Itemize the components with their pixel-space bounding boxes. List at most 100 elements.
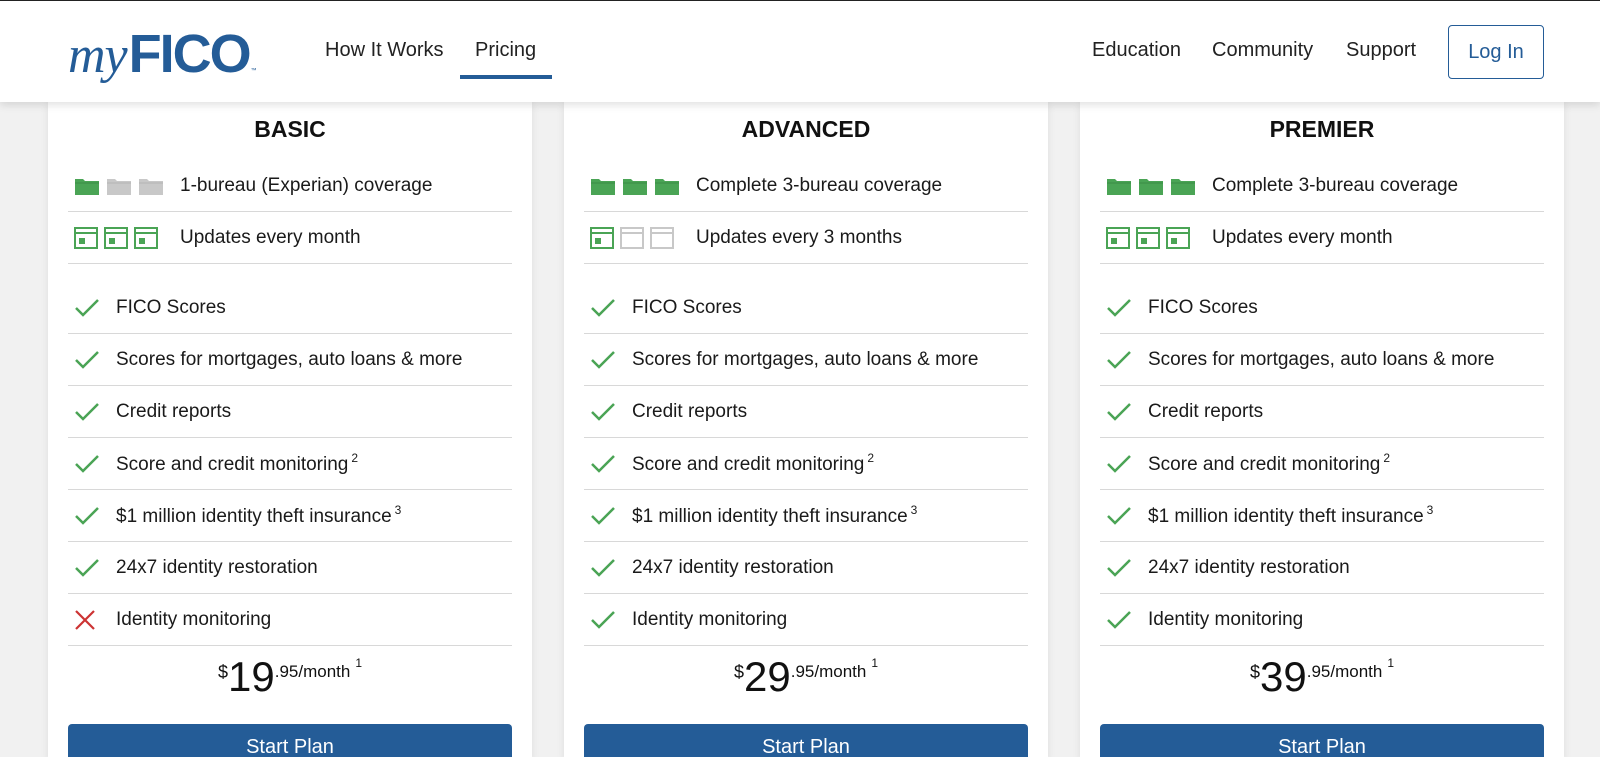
feature-footnote: 3 <box>910 503 918 517</box>
check-icon <box>1106 298 1136 318</box>
bureau-icons <box>74 176 180 196</box>
feature-text: 24x7 identity restoration <box>1148 556 1350 578</box>
calendar-icon <box>134 226 158 249</box>
check-icon <box>590 454 620 474</box>
check-icon <box>1106 506 1136 526</box>
plan-card-advanced: ADVANCED Complete 3-bureau coverage Update… <box>564 102 1048 757</box>
plan-price: $19.95/month 1 <box>48 650 532 700</box>
feature-row: FICO Scores <box>1100 282 1544 334</box>
feature-footnote: 3 <box>1426 503 1434 517</box>
calendar-icon <box>620 226 644 249</box>
feature-row: Credit reports <box>1100 386 1544 438</box>
price-dollars: 19 <box>228 653 275 700</box>
calendar-icons <box>1106 226 1212 249</box>
start-plan-button[interactable]: Start Plan <box>584 724 1028 757</box>
check-icon <box>74 350 104 370</box>
coverage-row: 1-bureau (Experian) coverage <box>68 160 512 212</box>
nav-community[interactable]: Community <box>1212 39 1313 62</box>
nav-support[interactable]: Support <box>1346 39 1416 62</box>
updates-text: Updates every 3 months <box>696 226 902 248</box>
plan-title: BASIC <box>254 116 326 142</box>
coverage-text: Complete 3-bureau coverage <box>696 174 943 196</box>
price-footnote: 1 <box>1387 656 1395 670</box>
feature-row: $1 million identity theft insurance 3 <box>68 490 512 542</box>
check-icon <box>590 558 620 578</box>
feature-text: $1 million identity theft insurance <box>116 506 392 527</box>
updates-row: Updates every 3 months <box>584 212 1028 264</box>
check-icon <box>1106 350 1136 370</box>
calendar-icon <box>104 226 128 249</box>
feature-label: Identity monitoring <box>1148 609 1303 631</box>
feature-text: FICO Scores <box>632 296 742 318</box>
check-icon <box>590 298 620 318</box>
check-icon <box>74 506 104 526</box>
feature-text: FICO Scores <box>1148 296 1258 318</box>
folder-icon <box>1138 176 1164 196</box>
coverage-text: Complete 3-bureau coverage <box>1212 174 1459 196</box>
feature-footnote: 2 <box>867 451 875 465</box>
updates-text: Updates every month <box>1212 226 1393 248</box>
feature-label: $1 million identity theft insurance 3 <box>1148 503 1433 528</box>
feature-label: 24x7 identity restoration <box>1148 557 1350 579</box>
nav-pricing[interactable]: Pricing <box>475 39 536 62</box>
feature-label: Credit reports <box>116 401 231 423</box>
check-icon <box>74 454 104 474</box>
feature-row: Score and credit monitoring 2 <box>584 438 1028 490</box>
start-plan-button[interactable]: Start Plan <box>68 724 512 757</box>
check-icon <box>590 610 620 630</box>
folder-icon <box>74 176 100 196</box>
feature-text: Identity monitoring <box>632 608 788 630</box>
calendar-icons <box>590 226 696 249</box>
check-icon <box>74 558 104 578</box>
feature-label: Identity monitoring <box>632 609 787 631</box>
check-icon <box>1106 558 1136 578</box>
feature-label: Scores for mortgages, auto loans & more <box>632 349 978 371</box>
feature-row: Score and credit monitoring 2 <box>1100 438 1544 490</box>
feature-text: Credit reports <box>116 400 232 422</box>
feature-text: Credit reports <box>632 400 748 422</box>
feature-text: $1 million identity theft insurance <box>632 506 908 527</box>
logo-my-text: my <box>68 27 128 84</box>
feature-row: Scores for mortgages, auto loans & more <box>1100 334 1544 386</box>
nav-education[interactable]: Education <box>1092 39 1181 62</box>
feature-row: Credit reports <box>68 386 512 438</box>
feature-label: FICO Scores <box>632 297 742 319</box>
calendar-icon <box>590 226 614 249</box>
price-cents-period: .95/month <box>790 662 867 681</box>
check-icon <box>1106 610 1136 630</box>
feature-label: Identity monitoring <box>116 609 271 631</box>
feature-label: Scores for mortgages, auto loans & more <box>116 349 462 371</box>
logo-fico-text: FICO <box>128 24 252 84</box>
myfico-logo[interactable]: my FICO ™ <box>68 23 257 93</box>
plan-price: $39.95/month 1 <box>1080 650 1564 700</box>
feature-row: Credit reports <box>584 386 1028 438</box>
feature-label: Score and credit monitoring 2 <box>1148 451 1390 476</box>
feature-text: Scores for mortgages, auto loans & more <box>1148 348 1495 370</box>
feature-row: 24x7 identity restoration <box>584 542 1028 594</box>
feature-text: Score and credit monitoring <box>1148 454 1381 475</box>
calendar-icon <box>1166 226 1190 249</box>
feature-label: $1 million identity theft insurance 3 <box>116 503 401 528</box>
folder-icon <box>106 176 132 196</box>
folder-icon <box>654 176 680 196</box>
feature-row: FICO Scores <box>68 282 512 334</box>
feature-label: Score and credit monitoring 2 <box>632 451 874 476</box>
feature-footnote: 3 <box>394 503 402 517</box>
plan-price: $29.95/month 1 <box>564 650 1048 700</box>
start-plan-button[interactable]: Start Plan <box>1100 724 1544 757</box>
nav-active-indicator <box>460 75 552 79</box>
plan-title: ADVANCED <box>741 116 871 142</box>
feature-label: Scores for mortgages, auto loans & more <box>1148 349 1494 371</box>
calendar-icons <box>74 226 180 249</box>
price-currency: $ <box>1249 662 1260 682</box>
check-icon <box>74 402 104 422</box>
bureau-icons <box>1106 176 1212 196</box>
folder-icon <box>138 176 164 196</box>
login-button[interactable]: Log In <box>1448 25 1544 79</box>
bureau-icons <box>590 176 696 196</box>
price-dollars: 29 <box>744 653 791 700</box>
feature-text: Score and credit monitoring <box>116 454 349 475</box>
price-currency: $ <box>217 662 228 682</box>
x-icon <box>74 609 104 631</box>
nav-how-it-works[interactable]: How It Works <box>325 39 444 62</box>
